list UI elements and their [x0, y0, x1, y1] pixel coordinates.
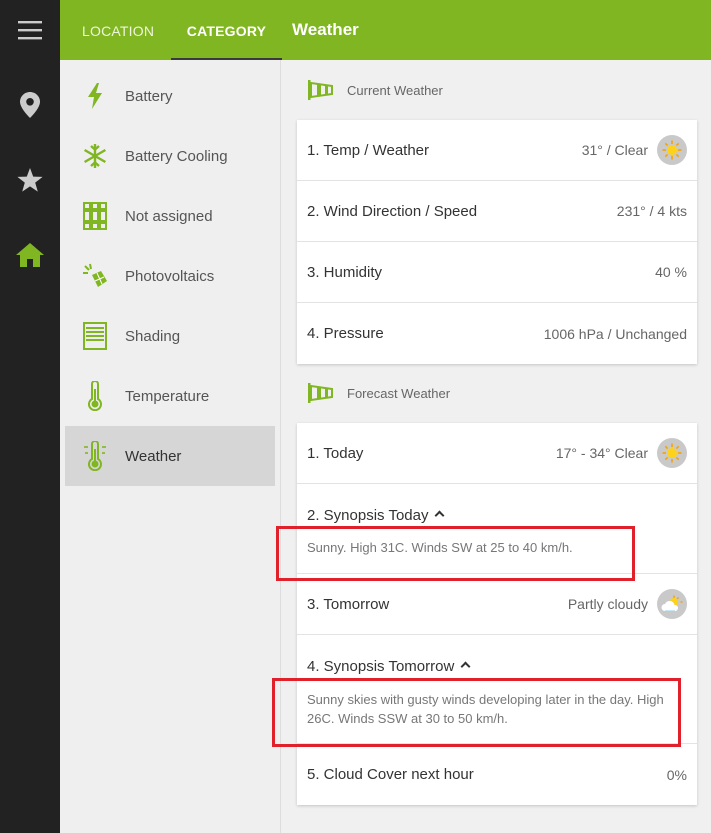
category-label: Photovoltaics — [125, 267, 215, 285]
thermometer-icon — [88, 381, 102, 411]
weather-badge — [657, 589, 687, 619]
category-label: Temperature — [125, 387, 210, 405]
section-title: Current Weather — [347, 82, 443, 98]
category-label: Not assigned — [125, 207, 213, 225]
category-list: Battery Battery Cooling Not assigned Pho… — [60, 60, 281, 833]
menu-button[interactable] — [0, 0, 60, 60]
weather-badge — [657, 135, 687, 165]
category-item-temperature[interactable]: Temperature — [65, 366, 275, 426]
row-label: 4. Pressure — [307, 325, 384, 342]
partly-cloudy-icon — [661, 595, 683, 612]
sun-icon — [662, 140, 682, 160]
home-icon — [16, 243, 44, 267]
not-assigned-icon — [83, 202, 107, 230]
star-icon — [17, 168, 43, 192]
forecast-weather-header: Forecast Weather — [282, 363, 711, 423]
top-bar: LOCATION CATEGORY Weather — [60, 0, 711, 60]
sun-icon — [662, 443, 682, 463]
category-item-photovoltaics[interactable]: Photovoltaics — [65, 246, 275, 306]
favorites-nav-button[interactable] — [0, 150, 60, 210]
left-rail — [0, 0, 60, 833]
synopsis-toggle[interactable]: 4. Synopsis Tomorrow — [307, 635, 687, 677]
row-value: 1006 hPa / Unchanged — [543, 325, 687, 342]
synopsis-toggle[interactable]: 2. Synopsis Today — [307, 484, 687, 526]
current-weather-header: Current Weather — [282, 60, 711, 120]
row-label: 3. Tomorrow — [307, 595, 390, 613]
row-value: 40 % — [655, 264, 687, 280]
row-value: 31° / Clear — [581, 142, 648, 158]
row-label: 2. Wind Direction / Speed — [307, 202, 478, 220]
weather-badge — [657, 438, 687, 468]
row-label: 1. Temp / Weather — [307, 141, 430, 159]
category-label: Battery Cooling — [125, 147, 228, 165]
windsock-icon — [308, 80, 333, 100]
row-value: 17° - 34° Clear — [555, 445, 648, 461]
menu-icon — [18, 21, 42, 40]
list-item[interactable]: 1. Today 17° - 34° Clear — [297, 423, 697, 484]
highlight-box-synopsis-tomorrow — [272, 678, 681, 747]
windsock-icon — [308, 383, 333, 403]
list-item[interactable]: 3. Humidity 40 % — [297, 242, 697, 303]
row-label: 5. Cloud Cover next hour — [307, 766, 474, 783]
row-label: 1. Today — [307, 444, 364, 462]
section-title: Forecast Weather — [347, 385, 451, 401]
category-item-shading[interactable]: Shading — [65, 306, 275, 366]
chevron-up-icon — [460, 661, 471, 672]
weather-thermometer-icon — [84, 441, 106, 471]
category-label: Battery — [125, 87, 173, 105]
category-item-battery-cooling[interactable]: Battery Cooling — [65, 126, 275, 186]
row-label: 3. Humidity — [307, 263, 383, 281]
list-item[interactable]: 5. Cloud Cover next hour 0% — [297, 744, 697, 805]
category-item-battery[interactable]: Battery — [65, 66, 275, 126]
row-value: 231° / 4 kts — [616, 203, 687, 219]
category-item-not-assigned[interactable]: Not assigned — [65, 186, 275, 246]
tab-category[interactable]: CATEGORY — [171, 0, 282, 60]
list-item[interactable]: 2. Wind Direction / Speed 231° / 4 kts — [297, 181, 697, 242]
page-title: Weather — [292, 20, 359, 39]
synopsis-label: 4. Synopsis Tomorrow — [307, 658, 455, 675]
shading-icon — [83, 322, 107, 350]
category-label: Shading — [125, 327, 181, 345]
forecast-weather-card: 1. Today 17° - 34° Clear 2. Synopsis Tod… — [297, 423, 697, 805]
tab-location[interactable]: LOCATION — [82, 0, 154, 60]
row-value: 0% — [666, 766, 687, 783]
photovoltaic-icon — [83, 263, 107, 287]
current-weather-card: 1. Temp / Weather 31° / Clear 2. Wind Di… — [297, 120, 697, 364]
list-item[interactable]: 4. Pressure 1006 hPa / Unchanged — [297, 303, 697, 364]
list-item[interactable]: 1. Temp / Weather 31° / Clear — [297, 120, 697, 181]
home-nav-button[interactable] — [0, 225, 60, 285]
location-nav-button[interactable] — [0, 75, 60, 135]
snowflake-icon — [84, 144, 106, 168]
location-pin-icon — [20, 92, 40, 118]
lightning-icon — [88, 83, 102, 109]
chevron-up-icon — [435, 510, 445, 521]
row-value: Partly cloudy — [567, 596, 648, 612]
list-item[interactable]: 3. Tomorrow Partly cloudy — [297, 574, 697, 635]
category-item-weather[interactable]: Weather — [65, 426, 275, 486]
highlight-box-synopsis-today — [276, 526, 635, 581]
synopsis-label: 2. Synopsis Today — [307, 507, 429, 524]
category-label: Weather — [125, 447, 182, 465]
